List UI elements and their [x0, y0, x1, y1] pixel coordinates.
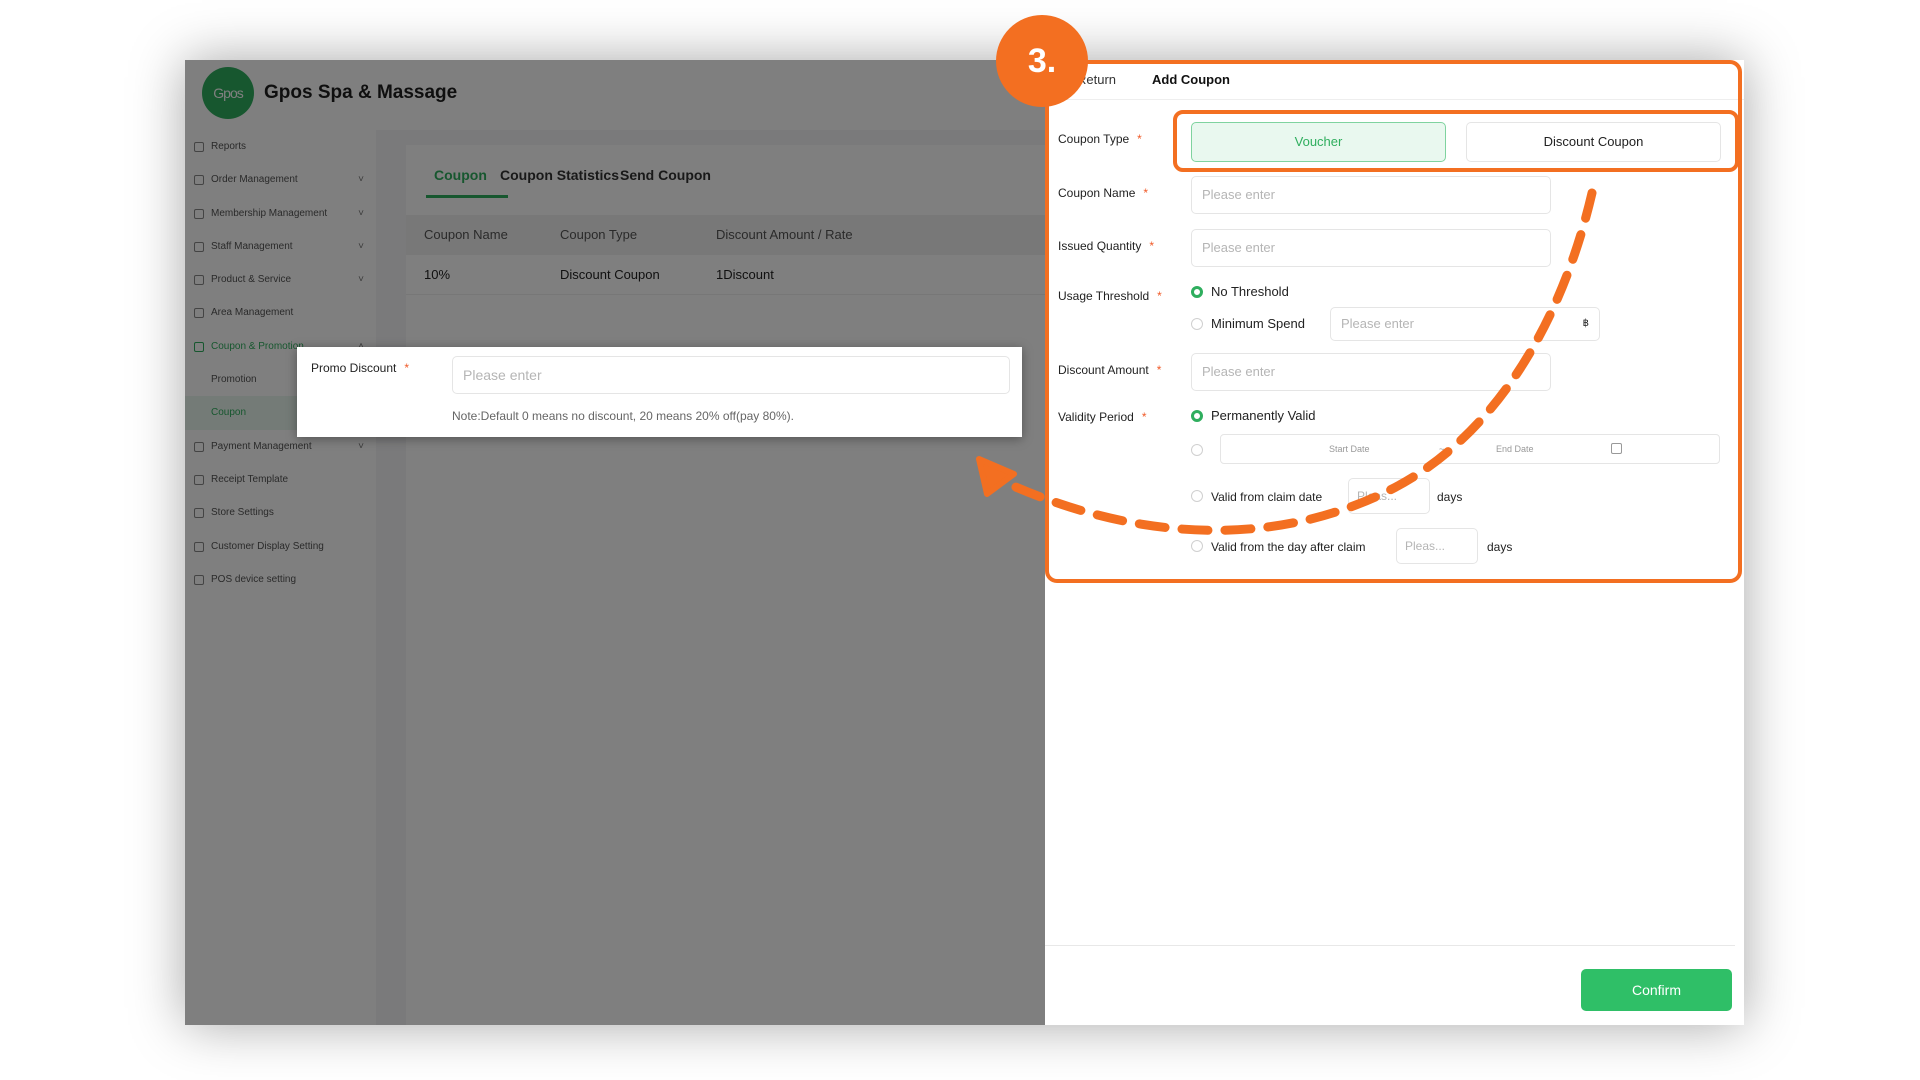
arrow-head — [976, 456, 1017, 497]
dashed-arrow-path — [995, 188, 1597, 535]
dashed-arrow-annotation — [976, 188, 1597, 535]
screenshot-stage: Gpos Gpos Spa & Massage ReportsOrder Man… — [0, 0, 1920, 1080]
step-number-badge: 3. — [996, 15, 1088, 107]
